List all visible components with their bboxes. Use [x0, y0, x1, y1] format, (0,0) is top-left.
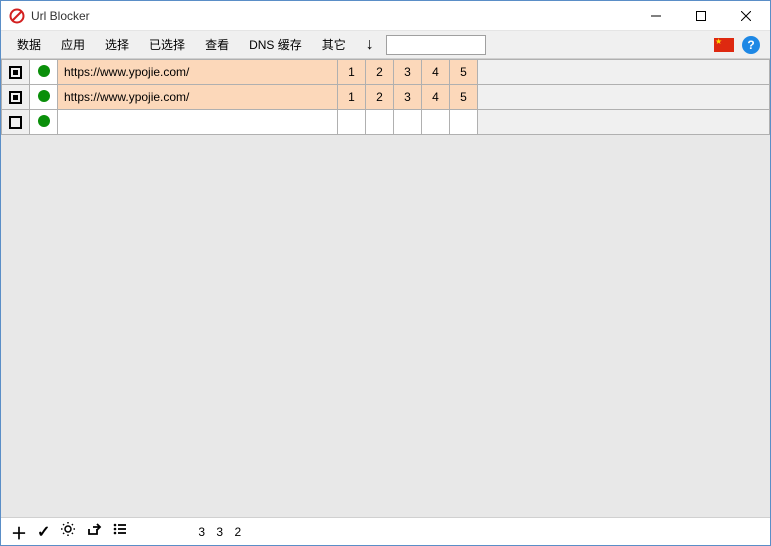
row-num-cell[interactable]: [394, 110, 422, 135]
table-row: https://www.ypojie.com/12345: [2, 60, 770, 85]
row-num-cell[interactable]: [450, 110, 478, 135]
minimize-button[interactable]: [633, 1, 678, 30]
help-icon[interactable]: ?: [742, 36, 760, 54]
menu-selected[interactable]: 已选择: [139, 32, 195, 57]
status-dot-icon: [38, 115, 50, 127]
row-status-cell: [30, 110, 58, 135]
row-url-cell[interactable]: [58, 110, 338, 135]
row-num-cell[interactable]: 5: [450, 85, 478, 110]
row-checkbox-cell[interactable]: [2, 60, 30, 85]
search-input[interactable]: [386, 35, 486, 55]
menu-bar: 数据 应用 选择 已选择 查看 DNS 缓存 其它 ↓ ?: [1, 31, 770, 59]
row-num-cell[interactable]: [366, 110, 394, 135]
close-button[interactable]: [723, 1, 768, 30]
row-url-cell[interactable]: https://www.ypojie.com/: [58, 85, 338, 110]
row-num-cell[interactable]: [422, 110, 450, 135]
status-dot-icon: [38, 65, 50, 77]
row-empty-cell: [478, 60, 770, 85]
list-button[interactable]: [112, 521, 128, 542]
row-checkbox-cell[interactable]: [2, 85, 30, 110]
menu-dns-cache[interactable]: DNS 缓存: [239, 32, 312, 57]
window-controls: [633, 1, 768, 30]
row-num-cell[interactable]: 1: [338, 85, 366, 110]
export-button[interactable]: [86, 521, 102, 542]
arrow-down-icon[interactable]: ↓: [360, 36, 380, 54]
status-bar: ＋ ✓ 3 3 2: [1, 517, 770, 545]
row-status-cell: [30, 85, 58, 110]
row-num-cell[interactable]: [338, 110, 366, 135]
row-num-cell[interactable]: 4: [422, 60, 450, 85]
menu-data[interactable]: 数据: [7, 32, 51, 57]
table-row: [2, 110, 770, 135]
row-empty-cell: [478, 85, 770, 110]
row-url-cell[interactable]: https://www.ypojie.com/: [58, 60, 338, 85]
row-num-cell[interactable]: 1: [338, 60, 366, 85]
row-empty-cell: [478, 110, 770, 135]
row-num-cell[interactable]: 2: [366, 60, 394, 85]
row-status-cell: [30, 60, 58, 85]
table-row: https://www.ypojie.com/12345: [2, 85, 770, 110]
flag-china-icon[interactable]: [714, 38, 734, 52]
maximize-button[interactable]: [678, 1, 723, 30]
status-dot-icon: [38, 90, 50, 102]
row-checkbox-cell[interactable]: [2, 110, 30, 135]
row-num-cell[interactable]: 2: [366, 85, 394, 110]
row-num-cell[interactable]: 5: [450, 60, 478, 85]
row-num-cell[interactable]: 4: [422, 85, 450, 110]
app-title: Url Blocker: [31, 9, 633, 23]
row-num-cell[interactable]: 3: [394, 85, 422, 110]
menu-apply[interactable]: 应用: [51, 32, 95, 57]
row-num-cell[interactable]: 3: [394, 60, 422, 85]
title-bar: Url Blocker: [1, 1, 770, 31]
status-counts: 3 3 2: [198, 525, 245, 539]
app-icon: [9, 8, 25, 24]
apply-button[interactable]: ✓: [37, 522, 50, 542]
settings-button[interactable]: [60, 521, 76, 542]
url-table: https://www.ypojie.com/12345https://www.…: [1, 59, 770, 517]
checkbox-icon: [9, 91, 22, 104]
checkbox-icon: [9, 66, 22, 79]
menu-other[interactable]: 其它: [312, 32, 356, 57]
checkbox-icon: [9, 116, 22, 129]
menu-select[interactable]: 选择: [95, 32, 139, 57]
add-button[interactable]: ＋: [11, 520, 27, 544]
menu-view[interactable]: 查看: [195, 32, 239, 57]
